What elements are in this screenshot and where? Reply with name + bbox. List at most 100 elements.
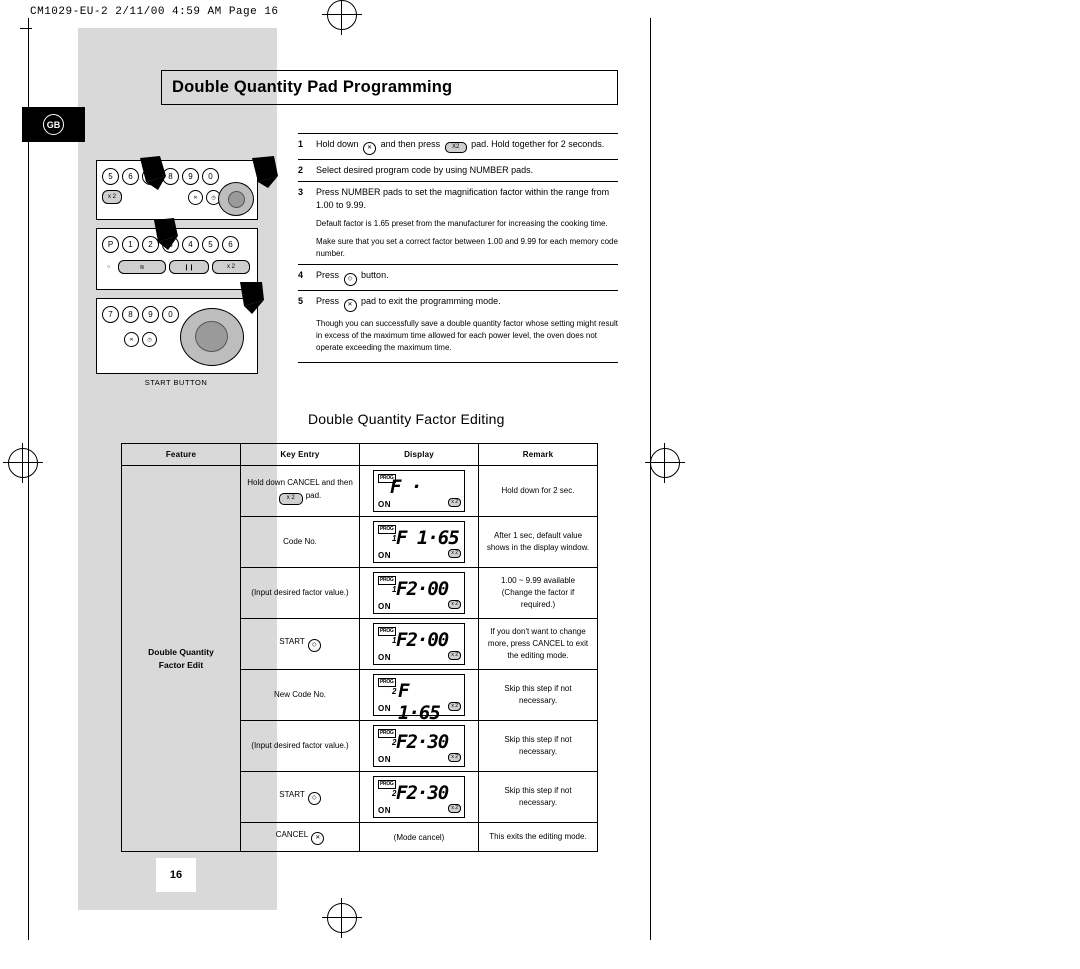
display-cell: PROG 1 F2·00 ON x 2 [359,618,479,670]
page-number: 16 [156,858,196,892]
lcd-on-indicator: ON [378,551,391,560]
callout-arrow [232,280,266,314]
lcd-display: PROG 2 F2·30 ON x 2 [373,725,465,767]
key-entry-cell: START ◇ [240,771,360,823]
panel-top-pill-row: x 2 [102,190,123,204]
lcd-value: F2·00 [396,578,449,600]
key-entry-cell: (Input desired factor value.) [240,567,360,619]
table-row: Double Quantity Factor Edit Hold down CA… [121,464,598,853]
display-cell: PROG 2 F2·30 ON x 2 [359,771,479,823]
step-text-part: button. [361,269,389,280]
remark-cell: If you don't want to change more, press … [478,618,598,670]
step-5: 5 Press ✕ pad to exit the programming mo… [298,291,618,358]
remark-cell: Hold down for 2 sec. [478,465,598,517]
lcd-prog-indicator: PROG [378,729,396,738]
cancel-key-icon: ✕ [188,190,203,205]
factor-editing-table: Feature Key Entry Display Remark Double … [121,443,598,853]
double-quantity-pad: x 2 [102,190,123,204]
column-header-display: Display [359,443,479,466]
clock-key-icon: ◷ [142,332,157,347]
lcd-display: PROG 1 F 1·65 ON x 2 [373,521,465,563]
double-quantity-pad-icon: X2 [444,141,467,153]
remark-cell: 1.00 ~ 9.99 available (Change the factor… [478,567,598,619]
lcd-display: PROG 2 F2·30 ON x 2 [373,776,465,818]
table-header-row: Feature Key Entry Display Remark [121,443,598,466]
lcd-display: PROG 2 F 1·65 ON x 2 [373,674,465,724]
step-text: Hold down ✕ and then press X2 pad. Hold … [316,138,604,155]
step-text: Press ◇ button. [316,269,389,286]
lcd-on-indicator: ON [378,806,391,815]
feature-label: Double Quantity Factor Edit [121,464,241,853]
lcd-value: F 1·65 [396,527,460,549]
lcd-value: F2·00 [396,629,449,651]
lcd-prog-indicator: PROG [378,678,396,687]
number-key: 9 [182,168,199,185]
display-cell: PROG 1 F2·00 ON x 2 [359,567,479,619]
key-entry-text: START [279,636,305,646]
step-1: 1 Hold down ✕ and then press X2 pad. Hol… [298,134,618,159]
key-entry-text: CANCEL [275,830,309,839]
display-cell: PROG 1 F 1·65 ON x 2 [359,516,479,568]
column-header-feature: Feature [121,443,241,466]
crop-mark-right-vertical [650,18,651,940]
cancel-key-icon: ✕ [311,832,325,846]
lcd-x2-indicator: x 2 [448,753,461,762]
lcd-prog-indicator: PROG [378,627,396,636]
number-key: 7 [102,306,119,323]
lcd-value: F2·30 [396,731,449,753]
step-text: Select desired program code by using NUM… [316,164,534,175]
lcd-x2-indicator: x 2 [448,549,461,558]
step-text: Press ✕ pad to exit the programming mode… [316,295,618,354]
power-indicator-icon: ○ [106,264,111,270]
number-key: 5 [202,236,219,253]
step-number: 4 [298,269,304,280]
lcd-value: F · [390,476,422,498]
number-key: 0 [202,168,219,185]
step-subtext: Default factor is 1.65 preset from the m… [316,218,608,228]
number-key: 5 [102,168,119,185]
panel-top-dial-center [228,191,245,208]
region-badge-label: GB [43,114,64,135]
step-text-part: pad. Hold together for 2 seconds. [471,139,605,149]
lcd-prog-indicator: PROG [378,525,396,534]
panel-middle-pill-row: ○ ≋ ❙❙ x 2 [102,260,250,274]
registration-mark-bottom [322,898,362,938]
start-dial-center [195,321,228,352]
control-panel-illustration: 5 6 7 8 9 0 x 2 ✕ ◷ P 1 2 3 4 5 6 ○ [96,156,278,387]
number-key: 8 [122,306,139,323]
key-entry-text: Hold down CANCEL and then [247,478,353,488]
lcd-value: F2·30 [396,782,449,804]
lcd-on-indicator: ON [378,704,391,713]
step-number: 3 [298,186,304,197]
callout-arrow [148,218,180,250]
lcd-on-indicator: ON [378,602,391,611]
step-text-main: Press NUMBER pads to set the magnificati… [316,186,610,210]
display-cell: PROG F · ON x 2 [359,465,479,517]
number-key: 0 [162,306,179,323]
double-quantity-pad-icon: x 2 [278,492,303,505]
start-button-caption: START BUTTON [144,378,208,387]
lcd-x2-indicator: x 2 [448,702,461,711]
step-text-part: and then press [380,139,441,149]
start-key-icon: ◇ [307,639,321,653]
number-key: 9 [142,306,159,323]
remark-cell: After 1 sec, default value shows in the … [478,516,598,568]
callout-arrow [136,156,170,190]
start-key-icon: ◇ [307,792,321,806]
step-4: 4 Press ◇ button. [298,265,618,290]
instruction-steps: 1 Hold down ✕ and then press X2 pad. Hol… [298,133,618,363]
number-key: 4 [182,236,199,253]
remark-cell: Skip this step if not necessary. [478,669,598,721]
key-entry-cell: New Code No. [240,669,360,721]
column-header-key-entry: Key Entry [240,443,360,466]
print-header: CM1029-EU-2 2/11/00 4:59 AM Page 16 [30,6,279,18]
key-entry-cell: Code No. [240,516,360,568]
key-entry-cell: START ◇ [240,618,360,670]
cancel-key-icon: ✕ [343,298,357,312]
step-text-part: Hold down [316,139,359,149]
crop-mark-left-vertical [28,18,29,940]
lcd-prog-indicator: PROG [378,780,396,789]
page-title: Double Quantity Pad Programming [172,78,453,96]
remark-cell: Skip this step if not necessary. [478,720,598,772]
key-entry-cell: (Input desired factor value.) [240,720,360,772]
